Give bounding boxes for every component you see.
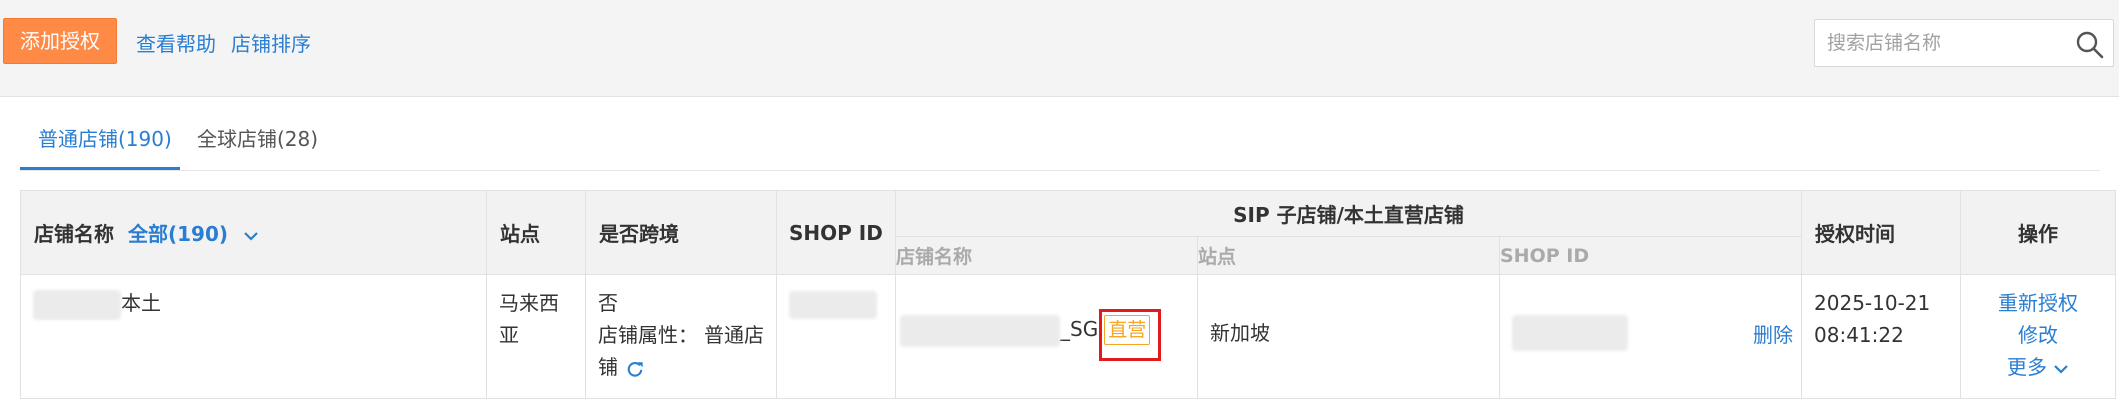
tab-normal-stores[interactable]: 普通店铺(190): [38, 123, 172, 152]
cell-auth-time: 2025-10-21 08:41:22: [1801, 274, 1962, 399]
sip-store-suffix: _SG: [1060, 317, 1099, 341]
cell-shop-id: [776, 274, 896, 399]
active-tab-indicator: [20, 167, 180, 170]
store-filter-label: 全部(190): [128, 222, 229, 246]
col-site: 站点: [486, 190, 586, 275]
redacted-shop-id: [789, 290, 877, 319]
cell-sip-store-name: _SG 直营: [895, 274, 1198, 399]
more-label: 更多: [2007, 355, 2048, 379]
col-sip-shop-id: SHOP ID: [1498, 236, 1803, 275]
store-panel: 普通店铺(190) 全球店铺(28) 店铺名称 全部(190) 站点 是否跨境 S…: [0, 96, 2119, 400]
toolbar: 添加授权 查看帮助 店铺排序: [0, 0, 2119, 96]
cell-actions: 重新授权 修改 更多: [1960, 274, 2117, 399]
cross-border-value: 否: [598, 291, 618, 315]
cell-cross-border: 否 店铺属性： 普通店铺: [585, 274, 777, 399]
add-authorization-button[interactable]: 添加授权: [3, 18, 117, 64]
col-store-name: 店铺名称 全部(190): [20, 190, 487, 275]
more-dropdown[interactable]: 更多: [1973, 351, 2103, 383]
store-name-suffix: 本土: [121, 291, 161, 315]
store-filter-dropdown[interactable]: 全部(190): [128, 222, 259, 246]
edit-link[interactable]: 修改: [1973, 319, 2103, 351]
cell-store-name: 本土: [20, 274, 487, 399]
sip-delete-link[interactable]: 删除: [1753, 319, 1793, 351]
col-sip-group: SIP 子店铺/本土直营店铺: [894, 190, 1803, 237]
store-tabs: 普通店铺(190) 全球店铺(28): [20, 97, 2100, 171]
col-sip-store-name: 店铺名称: [895, 236, 1198, 275]
col-cross-border: 是否跨境: [585, 190, 777, 275]
chevron-down-icon: [244, 231, 258, 241]
store-table: 店铺名称 全部(190) 站点 是否跨境 SHOP ID SIP 子店铺/本土直营…: [20, 190, 2117, 399]
search-input[interactable]: [1827, 28, 2057, 58]
table-row: 本土 马来西亚 否 店铺属性： 普通店铺 _SG 直营 新加坡 删除 2025-…: [20, 274, 2117, 399]
redacted-store-name: [33, 289, 121, 320]
search-icon[interactable]: [2075, 30, 2105, 60]
help-link[interactable]: 查看帮助: [136, 28, 216, 57]
cell-site: 马来西亚: [486, 274, 586, 399]
chevron-down-icon: [2054, 364, 2068, 374]
col-shop-id: SHOP ID: [776, 190, 896, 275]
store-attr-label: 店铺属性：: [598, 323, 698, 347]
store-sort-link[interactable]: 店铺排序: [231, 28, 311, 57]
cell-sip-shop-id: 删除: [1498, 274, 1803, 399]
redacted-sip-store-name: [900, 314, 1060, 347]
tab-global-stores[interactable]: 全球店铺(28): [197, 123, 318, 152]
col-sip-site: 站点: [1197, 236, 1500, 275]
col-store-name-label: 店铺名称: [34, 222, 114, 246]
highlight-box: [1099, 309, 1161, 361]
cell-sip-site: 新加坡: [1197, 274, 1500, 399]
reauthorize-link[interactable]: 重新授权: [1973, 287, 2103, 319]
col-auth-time: 授权时间: [1801, 190, 1962, 275]
col-actions: 操作: [1960, 190, 2117, 275]
redacted-sip-shop-id: [1512, 315, 1628, 351]
refresh-icon[interactable]: [626, 360, 644, 378]
search-box: [1814, 19, 2114, 67]
